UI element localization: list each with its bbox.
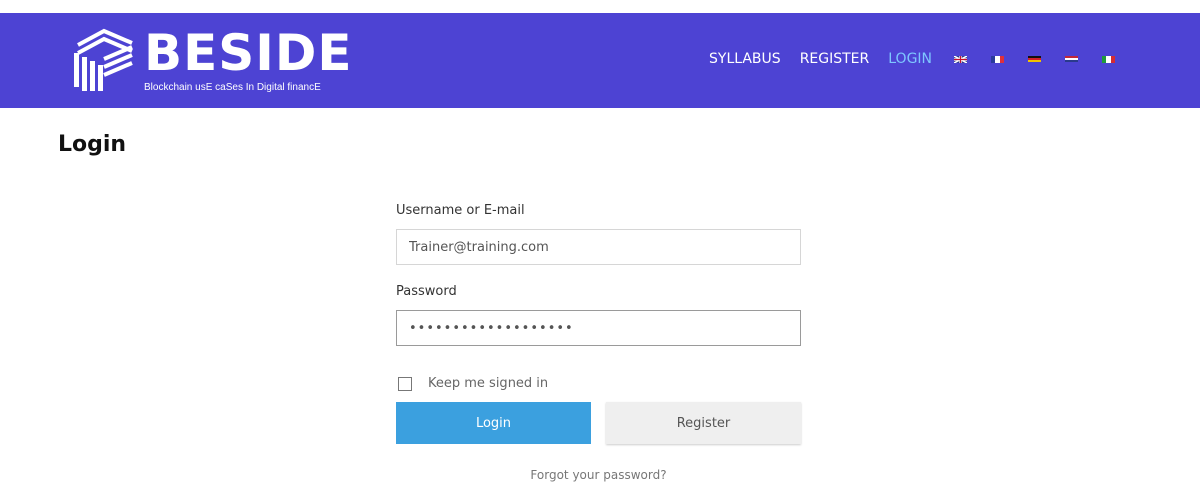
nav-syllabus[interactable]: SYLLABUS (709, 51, 781, 67)
register-button[interactable]: Register (606, 402, 801, 444)
page-title: Login (58, 132, 127, 157)
username-label: Username or E-mail (396, 203, 525, 218)
password-input[interactable] (396, 310, 801, 346)
language-flags (954, 55, 1139, 63)
username-input[interactable] (396, 229, 801, 265)
uk-flag-icon[interactable] (954, 55, 968, 63)
logo-cube-icon (74, 28, 133, 91)
keep-signed-in-row[interactable]: Keep me signed in (398, 376, 548, 391)
main-nav: SYLLABUS REGISTER LOGIN (709, 49, 1139, 69)
site-logo[interactable]: BESIDE Blockchain usE caSes In Digital f… (70, 23, 353, 93)
italy-flag-icon[interactable] (1102, 55, 1116, 63)
login-button[interactable]: Login (396, 402, 591, 444)
forgot-password-link[interactable]: Forgot your password? (396, 468, 801, 482)
nav-register[interactable]: REGISTER (800, 51, 870, 67)
france-flag-icon[interactable] (991, 55, 1005, 63)
nav-login[interactable]: LOGIN (888, 51, 932, 67)
top-strip (0, 0, 1200, 13)
keep-signed-in-checkbox[interactable] (398, 376, 412, 391)
netherlands-flag-icon[interactable] (1065, 55, 1079, 63)
brand-name: BESIDE (144, 24, 353, 82)
germany-flag-icon[interactable] (1028, 55, 1042, 63)
brand-tagline: Blockchain usE caSes In Digital financE (144, 82, 321, 93)
password-label: Password (396, 284, 457, 299)
keep-signed-in-label: Keep me signed in (428, 376, 549, 391)
site-header: BESIDE Blockchain usE caSes In Digital f… (0, 13, 1200, 108)
